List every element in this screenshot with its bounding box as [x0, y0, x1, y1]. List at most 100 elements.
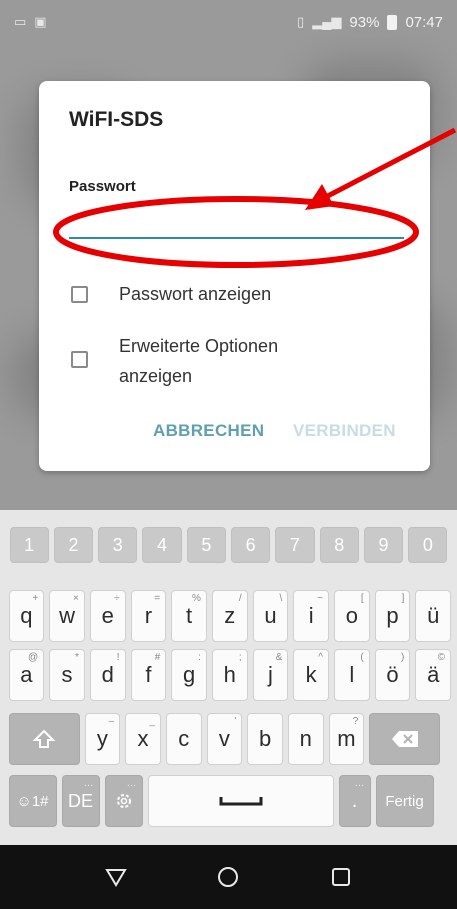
key-p-label: p	[386, 603, 399, 628]
keyboard-notification-icon: ▭	[14, 14, 27, 29]
key-t-hint: %	[192, 593, 201, 604]
key-4[interactable]: 4	[142, 527, 182, 563]
keyboard-row-2: @ a * s! d # f: g; h & j ^ k(l) ö © ä	[6, 649, 454, 701]
key-v[interactable]: ' v	[206, 713, 243, 765]
back-button[interactable]	[94, 855, 138, 899]
key-t[interactable]: % t	[171, 590, 207, 642]
key-d[interactable]: ! d	[89, 649, 126, 701]
key-c-label: c	[178, 726, 190, 751]
key-y-hint: –	[108, 716, 115, 727]
show-password-checkbox[interactable]	[71, 286, 88, 303]
advanced-options-checkbox[interactable]	[71, 351, 88, 368]
key-1[interactable]: 1	[9, 527, 49, 563]
key-e[interactable]: ÷ e	[89, 590, 126, 642]
key-q[interactable]: + q	[8, 590, 45, 642]
key-a[interactable]: @ a	[8, 649, 45, 701]
recents-button[interactable]	[319, 855, 363, 899]
key-y[interactable]: – y	[84, 713, 121, 765]
key-j[interactable]: & j	[252, 649, 289, 701]
key-k[interactable]: ^ k	[293, 649, 329, 701]
password-input[interactable]	[69, 199, 404, 239]
key-k-hint: ^	[318, 652, 323, 663]
settings-key[interactable]: …	[104, 775, 143, 827]
key-ö[interactable]: ) ö	[374, 649, 411, 701]
key-x-hint: _	[149, 716, 155, 727]
space-key[interactable]	[147, 775, 334, 827]
key-z-label: z	[224, 603, 236, 628]
key-h-label: h	[223, 662, 236, 687]
key-p[interactable]: ] p	[374, 590, 411, 642]
key-ö-hint: )	[401, 652, 405, 663]
key-0-label: 0	[422, 534, 433, 555]
key-i[interactable]: ~ i	[293, 590, 329, 642]
key-g[interactable]: :g	[171, 649, 207, 701]
key-ä[interactable]: © ä	[415, 649, 452, 701]
key-x[interactable]: _ x	[125, 713, 161, 765]
navigation-bar	[0, 845, 457, 909]
space-icon	[219, 797, 262, 806]
key-m[interactable]: ? m	[328, 713, 365, 765]
key-l[interactable]: (l	[334, 649, 370, 701]
image-icon: ▣	[34, 14, 47, 29]
key-o-hint: [	[360, 593, 364, 604]
key-7[interactable]: 7	[275, 527, 315, 563]
key-ä-hint: ©	[437, 652, 446, 663]
backspace-icon	[391, 731, 418, 747]
key-n[interactable]: n	[287, 713, 324, 765]
symbols-key[interactable]: ☺1#	[8, 775, 57, 827]
key-f[interactable]: # f	[130, 649, 167, 701]
key-9[interactable]: 9	[363, 527, 404, 563]
key-e-hint: ÷	[114, 593, 120, 604]
key-2-label: 2	[68, 534, 79, 555]
key-o-label: o	[345, 603, 358, 628]
key-5-label: 5	[201, 534, 212, 555]
show-password-row[interactable]: Passwort anzeigen	[71, 284, 271, 304]
key-n-label: n	[299, 726, 312, 751]
key-o[interactable]: [o	[334, 590, 370, 642]
key-9-label: 9	[378, 534, 389, 555]
language-key[interactable]: … DE	[61, 775, 100, 827]
key-m-hint: ?	[352, 716, 359, 727]
key-0[interactable]: 0	[408, 527, 448, 563]
key-2[interactable]: 2	[53, 527, 94, 563]
cancel-button[interactable]: ABBRECHEN	[153, 421, 264, 441]
key-g-label: g	[182, 662, 196, 687]
key-8[interactable]: 8	[319, 527, 359, 563]
key-i-label: i	[308, 603, 314, 628]
key-b[interactable]: b	[247, 713, 283, 765]
key-ü[interactable]: ü	[415, 590, 452, 642]
key-h[interactable]: ; h	[211, 649, 248, 701]
key-g-hint: :	[198, 652, 201, 663]
clock: 07:47	[405, 13, 443, 31]
keyboard: 1234567890 + q × w ÷ e = r% t / z \ u ~ i[o] p ü @ a * s! d #…	[0, 510, 457, 845]
advanced-options-row[interactable]: Erweiterte Optionen anzeigen	[71, 336, 278, 386]
key-h-hint: ;	[238, 652, 242, 663]
period-key-label: .	[351, 789, 358, 812]
key-z[interactable]: / z	[211, 590, 248, 642]
key-6[interactable]: 6	[230, 527, 271, 563]
settings-key-hint: …	[126, 778, 137, 789]
battery-icon	[387, 14, 398, 30]
key-3[interactable]: 3	[98, 527, 138, 563]
period-key[interactable]: … .	[338, 775, 371, 827]
key-5[interactable]: 5	[186, 527, 226, 563]
key-i-hint: ~	[317, 593, 323, 604]
key-s-hint: *	[74, 652, 79, 663]
backspace-key[interactable]	[369, 713, 441, 765]
key-s-label: s	[61, 662, 73, 687]
key-s[interactable]: * s	[49, 649, 85, 701]
vibrate-icon: ▯	[297, 14, 305, 29]
key-ä-label: ä	[427, 662, 440, 687]
key-w[interactable]: × w	[49, 590, 85, 642]
key-r-label: r	[144, 603, 153, 628]
key-u[interactable]: \ u	[252, 590, 289, 642]
key-p-hint: ]	[401, 593, 405, 604]
key-8-label: 8	[334, 534, 345, 555]
home-button[interactable]	[206, 855, 250, 899]
done-key[interactable]: Fertig	[375, 775, 434, 827]
key-w-label: w	[59, 603, 75, 628]
key-r[interactable]: = r	[130, 590, 167, 642]
recents-icon	[331, 868, 350, 886]
shift-key[interactable]	[8, 713, 80, 765]
key-c[interactable]: c	[165, 713, 202, 765]
